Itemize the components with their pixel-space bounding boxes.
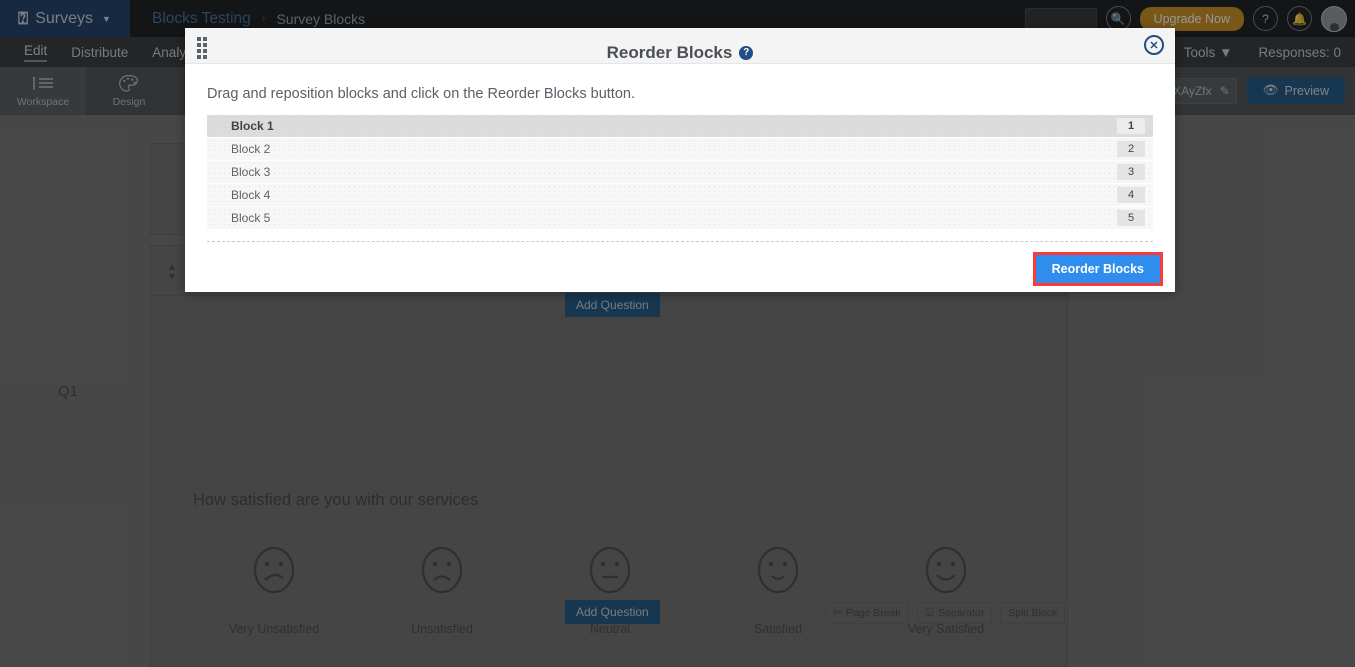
close-icon[interactable]: ✕ <box>1144 35 1164 55</box>
drag-handle-icon[interactable] <box>197 37 207 59</box>
block-label: Block 3 <box>231 165 271 179</box>
block-reorder-list: Block 1 1 Block 2 2 Block 3 3 Block 4 4 … <box>207 115 1153 229</box>
block-position: 1 <box>1117 118 1145 134</box>
block-list-item[interactable]: Block 4 4 <box>207 184 1153 206</box>
block-label: Block 5 <box>231 211 271 225</box>
dialog-title-text: Reorder Blocks <box>606 42 733 62</box>
dialog-footer: Reorder Blocks <box>185 242 1175 296</box>
block-list-item[interactable]: Block 3 3 <box>207 161 1153 183</box>
dialog-title: Reorder Blocks ? <box>607 43 754 63</box>
block-label: Block 2 <box>231 142 271 156</box>
dialog-description: Drag and reposition blocks and click on … <box>207 86 635 102</box>
help-circle-icon[interactable]: ? <box>739 45 754 60</box>
block-label: Block 4 <box>231 188 271 202</box>
dialog-body: Drag and reposition blocks and click on … <box>185 64 1175 242</box>
reorder-blocks-dialog: Reorder Blocks ? ✕ Drag and reposition b… <box>185 28 1175 292</box>
block-list-item[interactable]: Block 2 2 <box>207 138 1153 160</box>
block-list-item[interactable]: Block 1 1 <box>207 115 1153 137</box>
block-position: 3 <box>1117 164 1145 180</box>
block-position: 5 <box>1117 210 1145 226</box>
reorder-blocks-button[interactable]: Reorder Blocks <box>1032 252 1163 286</box>
block-list-item[interactable]: Block 5 5 <box>207 207 1153 229</box>
block-position: 4 <box>1117 187 1145 203</box>
block-position: 2 <box>1117 141 1145 157</box>
block-label: Block 1 <box>231 119 274 133</box>
application-window: ⍰ Surveys ▼ Blocks Testing › Survey Bloc… <box>0 0 1355 667</box>
dialog-header: Reorder Blocks ? ✕ <box>185 28 1175 64</box>
